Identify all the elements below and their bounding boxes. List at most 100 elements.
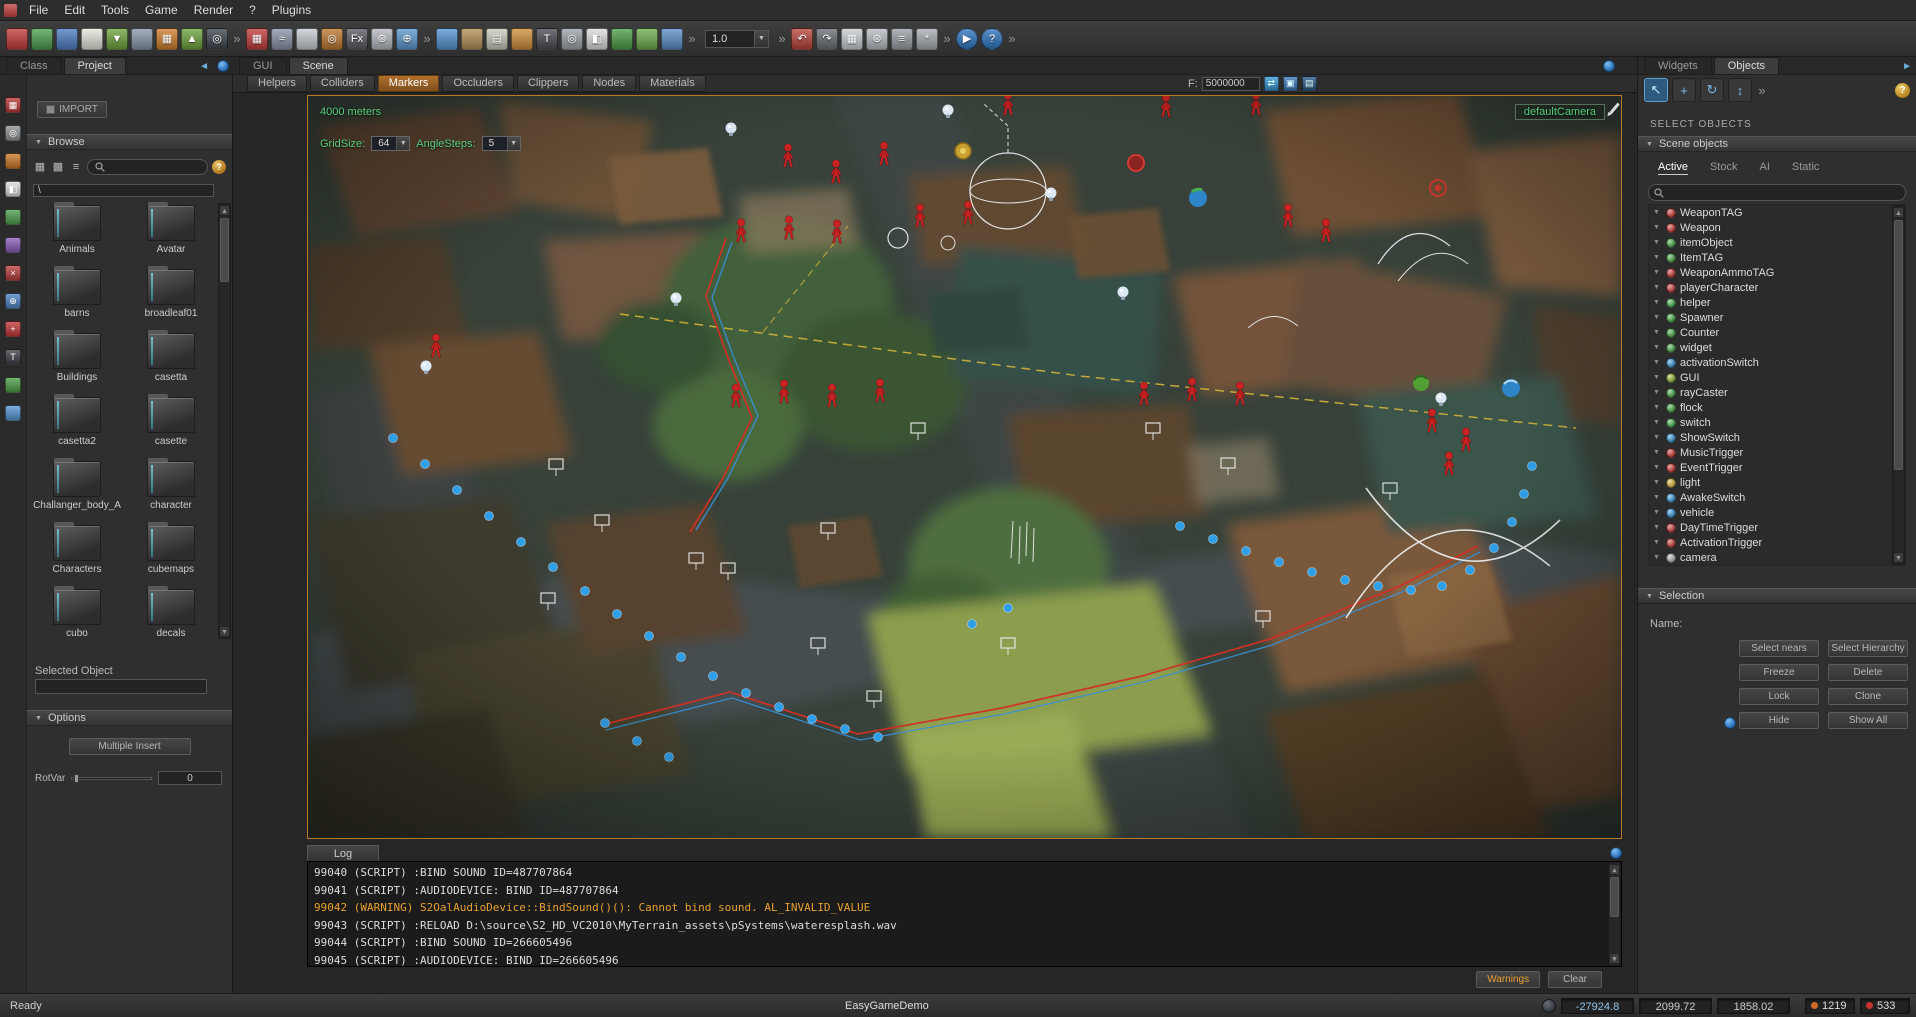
grid-icon[interactable]: ▦	[841, 28, 863, 50]
tree-item[interactable]: ▼ vehicle	[1649, 505, 1905, 520]
flag-icon[interactable]	[5, 405, 21, 421]
rotvar-slider[interactable]	[71, 777, 152, 780]
expander-icon[interactable]: ▼	[1653, 494, 1662, 501]
list-view-icon[interactable]: ≡	[69, 160, 83, 174]
red-window-icon[interactable]: ▦	[5, 97, 21, 113]
menu-item[interactable]: Plugins	[264, 1, 319, 19]
scene-objects-header[interactable]: ▼ Scene objects	[1638, 136, 1916, 152]
contrast-icon[interactable]: ◧	[586, 28, 608, 50]
scroll-up-icon[interactable]: ▲	[1609, 864, 1620, 875]
expander-icon[interactable]: ▼	[1653, 389, 1662, 396]
selection-button[interactable]: Delete	[1828, 664, 1908, 681]
asset-folder[interactable]: Avatar	[127, 203, 215, 267]
sphere-icon[interactable]	[296, 28, 318, 50]
viewport-mode-tab[interactable]: Markers	[378, 75, 440, 92]
options-section-header[interactable]: ▼ Options	[27, 710, 232, 726]
list-lines-icon[interactable]: ≡	[891, 28, 913, 50]
engine-logo-red-icon[interactable]	[6, 28, 28, 50]
expander-icon[interactable]: ▼	[1653, 329, 1662, 336]
tree-item[interactable]: ▼ flock	[1649, 400, 1905, 415]
asset-search-input[interactable]	[87, 159, 208, 175]
expander-icon[interactable]: ▼	[1653, 449, 1662, 456]
active-camera-label[interactable]: defaultCamera	[1515, 104, 1605, 120]
plant-icon[interactable]	[611, 28, 633, 50]
asset-folder[interactable]: Animals	[33, 203, 121, 267]
asset-folder[interactable]: Challanger_body_A	[33, 459, 121, 523]
overflow-chevron[interactable]: »	[421, 28, 433, 50]
visibility-icon[interactable]	[1724, 717, 1736, 729]
rotate-tool-icon[interactable]: ↻	[1700, 78, 1724, 102]
scale-tool-icon[interactable]: ↕	[1728, 78, 1752, 102]
selected-object-field[interactable]	[35, 679, 207, 694]
layers-icon[interactable]: ▤	[1302, 76, 1317, 91]
expander-icon[interactable]: ▼	[1653, 254, 1662, 261]
engine-logo-blue-icon[interactable]	[56, 28, 78, 50]
overflow-chevron[interactable]: »	[1756, 78, 1768, 102]
tree-item[interactable]: ▼ switch	[1649, 415, 1905, 430]
tree-item[interactable]: ▼ MusicTrigger	[1649, 445, 1905, 460]
menu-item[interactable]: ?	[241, 1, 264, 19]
overflow-chevron[interactable]: »	[686, 28, 698, 50]
viewport-mode-tab[interactable]: Colliders	[310, 75, 375, 92]
asset-folder[interactable]: decals	[127, 587, 215, 651]
expander-icon[interactable]: ▼	[1653, 419, 1662, 426]
globe-icon[interactable]: ⊕	[5, 293, 21, 309]
green-material-icon[interactable]	[5, 209, 21, 225]
panel-menu-icon[interactable]	[1610, 847, 1622, 859]
overflow-chevron[interactable]: »	[1006, 28, 1018, 50]
expander-icon[interactable]: ▼	[1653, 239, 1662, 246]
asset-folder[interactable]: Characters	[33, 523, 121, 587]
play-icon[interactable]: ▶	[956, 28, 978, 50]
scroll-down-icon[interactable]: ▼	[219, 626, 230, 637]
move-tool-icon[interactable]: +	[1672, 78, 1696, 102]
3d-viewport[interactable]: 4000 meters GridSize: 64 ▼ AngleSteps: 5…	[307, 95, 1622, 839]
asset-folder[interactable]: cubo	[33, 587, 121, 651]
undo-icon[interactable]: ↶	[791, 28, 813, 50]
scroll-down-icon[interactable]: ▼	[1609, 953, 1620, 964]
warnings-button[interactable]: Warnings	[1476, 971, 1540, 988]
help-icon[interactable]: ?	[212, 160, 226, 174]
chevron-down-icon[interactable]: ▼	[754, 31, 768, 47]
folder-scrollbar[interactable]: ▲ ▼	[218, 203, 231, 639]
tree-item[interactable]: ▼ light	[1649, 475, 1905, 490]
swap-view-icon[interactable]: ⇄	[1264, 76, 1279, 91]
effects-icon[interactable]: Fx	[346, 28, 368, 50]
import-button[interactable]: IMPORT	[37, 101, 107, 118]
object-list-tab[interactable]: Static	[1792, 161, 1820, 175]
leaf-icon[interactable]	[636, 28, 658, 50]
expander-icon[interactable]: ▼	[1653, 344, 1662, 351]
expander-icon[interactable]: ▼	[1653, 299, 1662, 306]
overflow-chevron[interactable]: »	[941, 28, 953, 50]
tab-objects[interactable]: Objects	[1714, 57, 1779, 74]
ring-icon[interactable]: ◎	[5, 125, 21, 141]
import-package-icon[interactable]: ▼	[106, 28, 128, 50]
expander-icon[interactable]: ▼	[1653, 554, 1662, 561]
target-icon[interactable]: ◎	[561, 28, 583, 50]
expander-icon[interactable]: ▼	[1653, 524, 1662, 531]
calendar-icon[interactable]: ▤	[486, 28, 508, 50]
menu-item[interactable]: File	[21, 1, 56, 19]
expander-icon[interactable]: ▼	[1653, 224, 1662, 231]
expander-icon[interactable]: ▼	[1653, 209, 1662, 216]
blue-page-icon[interactable]	[436, 28, 458, 50]
viewport-mode-tab[interactable]: Occluders	[442, 75, 514, 92]
expander-icon[interactable]: ▼	[1653, 269, 1662, 276]
rubik-cube-icon[interactable]: ▦	[246, 28, 268, 50]
expander-icon[interactable]: ▼	[1653, 359, 1662, 366]
tree-item[interactable]: ▼ itemObject	[1649, 235, 1905, 250]
tree-item[interactable]: ▼ activationSwitch	[1649, 355, 1905, 370]
scroll-up-icon[interactable]: ▲	[1893, 207, 1904, 218]
gridsize-dropdown[interactable]: 64 ▼	[371, 136, 410, 151]
screen-icon[interactable]: ▣	[1283, 76, 1298, 91]
tab-widgets[interactable]: Widgets	[1644, 57, 1712, 74]
tree-item[interactable]: ▼ WeaponAmmoTAG	[1649, 265, 1905, 280]
object-list-tab[interactable]: Stock	[1710, 161, 1738, 175]
log-scrollbar[interactable]: ▲ ▼	[1608, 862, 1621, 966]
dark-sphere-icon[interactable]: ◎	[206, 28, 228, 50]
tab-project[interactable]: Project	[64, 57, 126, 74]
path-field[interactable]	[33, 184, 214, 197]
expander-icon[interactable]: ▼	[1653, 479, 1662, 486]
tree-item[interactable]: ▼ rayCaster	[1649, 385, 1905, 400]
scroll-down-icon[interactable]: ▼	[1893, 552, 1904, 563]
tree-item[interactable]: ▼ widget	[1649, 340, 1905, 355]
